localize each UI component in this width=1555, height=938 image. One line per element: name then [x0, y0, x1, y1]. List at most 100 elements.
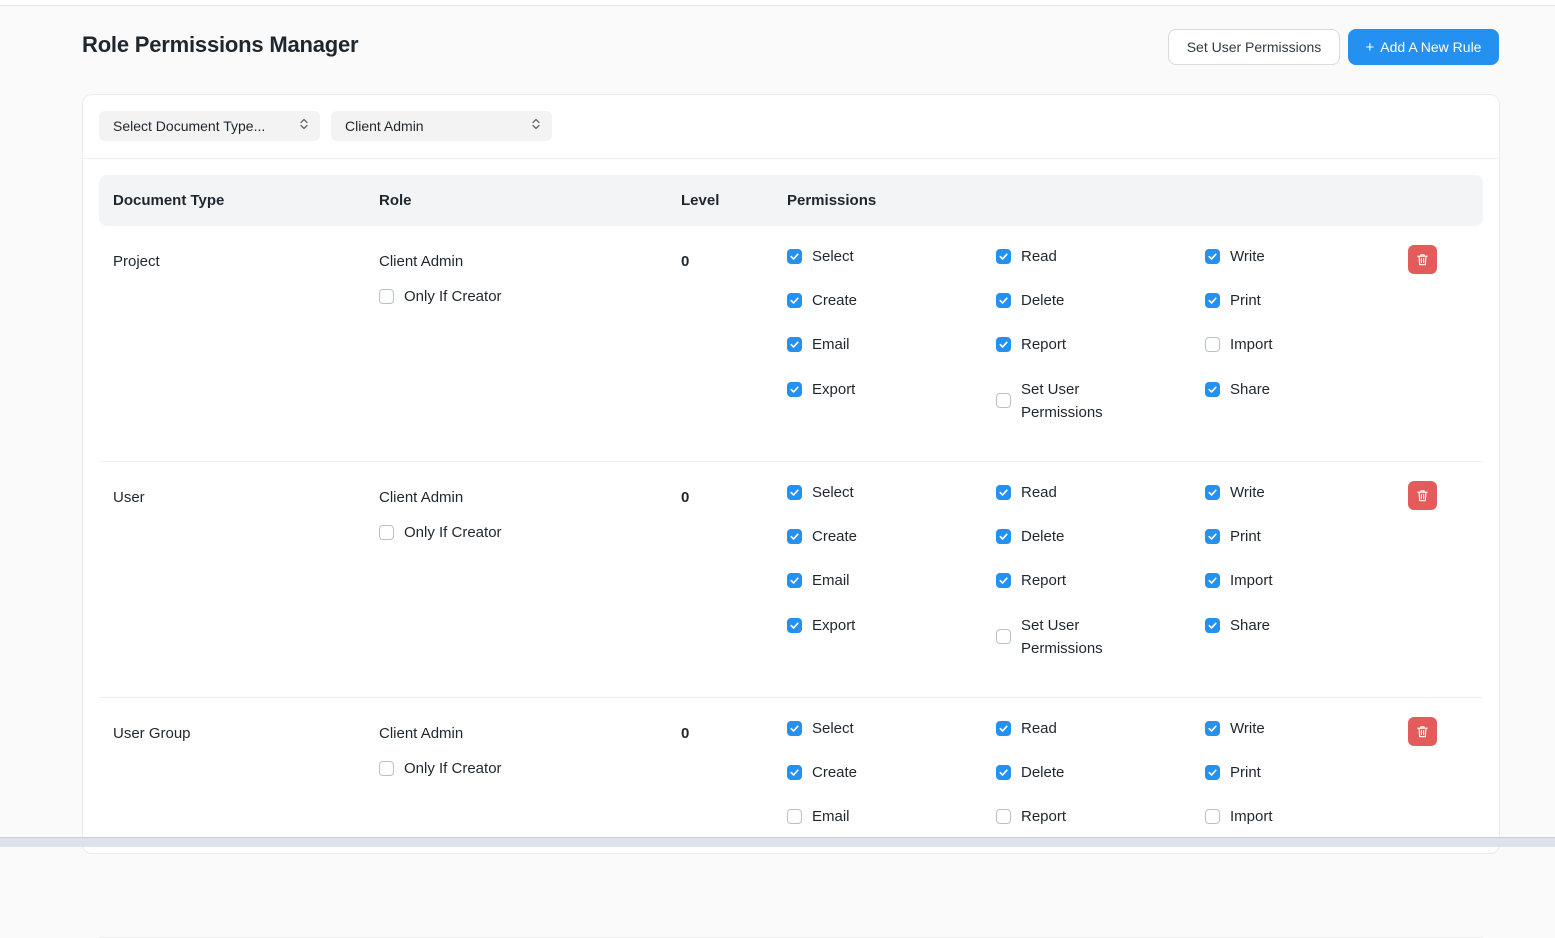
document-type-select[interactable]: Select Document Type... [99, 111, 320, 141]
permission-report-checkbox[interactable] [996, 809, 1011, 824]
permission-import-label: Import [1230, 572, 1273, 589]
permission-set-user-permissions-label: Set User Permissions [1021, 617, 1103, 657]
only-if-creator-label: Only If Creator [404, 288, 502, 305]
set-user-permissions-label: Set User Permissions [1186, 39, 1322, 55]
permission-write-checkbox[interactable] [1205, 249, 1220, 264]
permission-create-checkbox[interactable] [787, 765, 802, 780]
permission-import-label: Import [1230, 808, 1273, 825]
document-type-select-value: Select Document Type... [113, 118, 266, 134]
permission-set-user-permissions-label: Set User Permissions [1021, 381, 1103, 421]
window-bottom-bar [0, 837, 1555, 847]
header-level: Level [681, 192, 720, 209]
permission-delete-checkbox[interactable] [996, 529, 1011, 544]
permission-select-checkbox[interactable] [787, 721, 802, 736]
role-cell: Client Admin [379, 253, 464, 270]
permission-write-checkbox[interactable] [1205, 721, 1220, 736]
permission-delete-checkbox[interactable] [996, 765, 1011, 780]
trash-icon [1415, 724, 1430, 739]
permission-print-checkbox[interactable] [1205, 293, 1220, 308]
permission-create-checkbox[interactable] [787, 529, 802, 544]
permission-read-label: Read [1021, 720, 1057, 737]
document-type-cell: User Group [113, 725, 191, 742]
table-row: User Client Admin 0 Only If Creator Select Re… [99, 462, 1483, 698]
permission-read-label: Read [1021, 248, 1057, 265]
permission-create-checkbox[interactable] [787, 293, 802, 308]
permission-import-checkbox[interactable] [1205, 809, 1220, 824]
permission-share-checkbox[interactable] [1205, 618, 1220, 633]
permission-write-label: Write [1230, 484, 1265, 501]
permission-email-checkbox[interactable] [787, 337, 802, 352]
permission-write-label: Write [1230, 720, 1265, 737]
permission-share-label: Share [1230, 617, 1271, 634]
only-if-creator-checkbox[interactable] [379, 761, 394, 776]
header-permissions: Permissions [787, 192, 877, 209]
add-new-rule-label: Add A New Rule [1380, 39, 1482, 55]
permission-set-user-permissions-checkbox[interactable] [996, 393, 1011, 408]
permission-import-checkbox[interactable] [1205, 337, 1220, 352]
role-select[interactable]: Client Admin [331, 111, 552, 141]
filter-bar: Select Document Type... Client Admin [83, 95, 1499, 159]
header-document-type: Document Type [113, 192, 225, 209]
delete-rule-button[interactable] [1408, 717, 1437, 746]
delete-rule-button[interactable] [1408, 481, 1437, 510]
permission-email-checkbox[interactable] [787, 809, 802, 824]
only-if-creator-checkbox[interactable] [379, 525, 394, 540]
permissions-card: Select Document Type... Client Admin Doc… [82, 94, 1500, 938]
permission-print-checkbox[interactable] [1205, 765, 1220, 780]
only-if-creator-label: Only If Creator [404, 524, 502, 541]
permission-read-checkbox[interactable] [996, 721, 1011, 736]
top-border [0, 0, 1555, 6]
delete-rule-button[interactable] [1408, 245, 1437, 274]
level-cell: 0 [681, 253, 690, 270]
table-header: Document Type Role Level Permissions [99, 175, 1483, 226]
only-if-creator-checkbox[interactable] [379, 289, 394, 304]
permission-read-checkbox[interactable] [996, 485, 1011, 500]
role-cell: Client Admin [379, 725, 464, 742]
permission-email-label: Email [812, 572, 850, 589]
permission-export-label: Export [812, 617, 856, 634]
table-row: User Group Client Admin 0 Only If Creator Se… [99, 698, 1483, 938]
page-title: Role Permissions Manager [82, 32, 359, 57]
permission-print-checkbox[interactable] [1205, 529, 1220, 544]
permission-report-label: Report [1021, 808, 1067, 825]
permission-select-label: Select [812, 484, 854, 501]
permission-export-checkbox[interactable] [787, 382, 802, 397]
chevron-up-down-icon [532, 118, 540, 130]
table-row: Project Client Admin 0 Only If Creator Selec… [99, 226, 1483, 462]
document-type-cell: User [113, 489, 145, 506]
level-cell: 0 [681, 489, 690, 506]
permission-report-label: Report [1021, 336, 1067, 353]
permission-write-label: Write [1230, 248, 1265, 265]
permission-write-checkbox[interactable] [1205, 485, 1220, 500]
trash-icon [1415, 488, 1430, 503]
only-if-creator-label: Only If Creator [404, 760, 502, 777]
permission-read-checkbox[interactable] [996, 249, 1011, 264]
permission-report-label: Report [1021, 572, 1067, 589]
permission-set-user-permissions-checkbox[interactable] [996, 629, 1011, 644]
document-type-cell: Project [113, 253, 160, 270]
permission-import-checkbox[interactable] [1205, 573, 1220, 588]
permission-share-label: Share [1230, 381, 1271, 398]
permission-delete-label: Delete [1021, 292, 1065, 309]
permission-email-label: Email [812, 336, 850, 353]
permission-share-checkbox[interactable] [1205, 382, 1220, 397]
permission-report-checkbox[interactable] [996, 573, 1011, 588]
set-user-permissions-button[interactable]: Set User Permissions [1168, 29, 1340, 65]
permission-delete-checkbox[interactable] [996, 293, 1011, 308]
permission-report-checkbox[interactable] [996, 337, 1011, 352]
permission-select-label: Select [812, 248, 854, 265]
permission-export-label: Export [812, 381, 856, 398]
role-select-value: Client Admin [345, 118, 424, 134]
permission-create-label: Create [812, 528, 858, 545]
permission-select-checkbox[interactable] [787, 485, 802, 500]
permission-print-label: Print [1230, 528, 1261, 545]
permission-email-checkbox[interactable] [787, 573, 802, 588]
trash-icon [1415, 252, 1430, 267]
header-role: Role [379, 192, 412, 209]
permission-select-checkbox[interactable] [787, 249, 802, 264]
add-new-rule-button[interactable]: + Add A New Rule [1348, 29, 1499, 65]
permission-create-label: Create [812, 764, 858, 781]
permission-delete-label: Delete [1021, 764, 1065, 781]
permission-create-label: Create [812, 292, 858, 309]
permission-export-checkbox[interactable] [787, 618, 802, 633]
